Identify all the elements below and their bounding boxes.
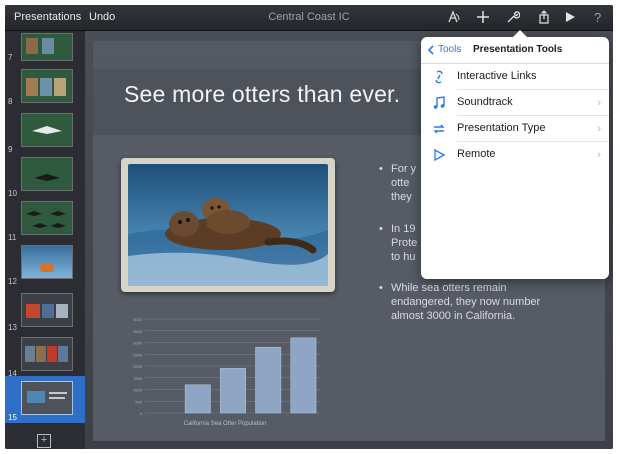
help-icon[interactable]: ?	[589, 8, 607, 26]
slide-title[interactable]: See more otters than ever.	[124, 81, 400, 108]
y-tick-label: 2000	[133, 364, 143, 369]
chevron-left-icon	[427, 44, 434, 55]
ipad-screen: Presentations Undo Central Coast IC ? 7	[5, 5, 613, 449]
thumbnail-image	[21, 337, 73, 371]
thumbnail-image	[21, 33, 73, 61]
slide-number: 9	[8, 145, 13, 154]
bullet-1[interactable]: • For y otte they	[379, 162, 417, 204]
music-note-icon	[433, 96, 445, 109]
item-label: Soundtrack	[457, 96, 513, 108]
thumbnail-image	[21, 201, 73, 235]
bar	[255, 346, 282, 414]
link-icon	[435, 70, 443, 84]
remote-item[interactable]: Remote ›	[421, 142, 609, 168]
animate-icon[interactable]	[445, 8, 463, 26]
thumbnail-image	[21, 245, 73, 279]
chevron-right-icon: ›	[597, 123, 601, 135]
bullet-dot: •	[379, 163, 383, 175]
thumbnail-image	[21, 69, 73, 103]
slide-number: 15	[8, 413, 17, 422]
bullet-line: almost 3000 in California.	[391, 310, 516, 322]
item-label: Remote	[457, 148, 496, 160]
slide-number: 8	[8, 97, 13, 106]
slide-number: 10	[8, 189, 17, 198]
y-tick-label: 3000	[133, 341, 143, 346]
interactive-links-item[interactable]: Interactive Links	[421, 64, 609, 90]
bullet-line: For y	[391, 163, 417, 175]
y-tick-label: 500	[135, 399, 142, 404]
loop-arrows-icon	[433, 124, 445, 134]
add-slide-button[interactable]: +	[37, 434, 51, 448]
thumbnail-image	[21, 157, 73, 191]
bullet-line: In 19	[391, 223, 416, 235]
slide-number: 13	[8, 323, 17, 332]
bullet-line: they	[391, 191, 412, 203]
bullet-line: otte	[391, 177, 410, 189]
y-tick-label: 4000	[133, 317, 143, 322]
bar	[290, 337, 317, 414]
soundtrack-item[interactable]: Soundtrack ›	[421, 90, 609, 116]
y-tick-label: 1500	[133, 376, 143, 381]
play-outline-icon	[434, 148, 446, 162]
slide-navigator: 7 8 9 10 11 12 13 14 15 +	[5, 31, 85, 449]
chevron-right-icon: ›	[597, 97, 601, 109]
bullet-line: to hu	[391, 251, 416, 263]
toolbar: Presentations Undo Central Coast IC ?	[5, 5, 613, 31]
chart-svg: 0 500 1000 1500 2000 2500 3000 3500 4000	[133, 317, 321, 416]
popover-title: Presentation Tools	[473, 44, 563, 55]
slide-number: 14	[8, 369, 17, 378]
popover-arrow	[513, 30, 527, 37]
otter-photo-frame[interactable]	[121, 158, 335, 292]
thumbnail-image	[21, 293, 73, 327]
popover-header: Tools Presentation Tools	[421, 37, 609, 64]
y-tick-label: 2500	[133, 352, 143, 357]
tools-back-button[interactable]: Tools	[427, 44, 461, 55]
wrench-icon[interactable]	[504, 8, 522, 26]
bullet-line: While sea otters remain	[391, 282, 507, 294]
y-tick-label: 1000	[133, 388, 143, 393]
chart-x-label: California Sea Otter Population	[183, 421, 267, 427]
item-label: Presentation Type	[457, 122, 546, 134]
slide-number: 7	[8, 53, 13, 62]
otter-photo	[128, 164, 328, 286]
share-icon[interactable]	[535, 8, 553, 26]
bar	[220, 368, 246, 414]
population-chart[interactable]: 0 500 1000 1500 2000 2500 3000 3500 4000 Califor…	[125, 313, 325, 431]
y-tick-label: 3500	[133, 329, 143, 334]
thumbnail-image	[21, 113, 73, 147]
svg-text:?: ?	[594, 10, 601, 24]
bullet-line: endangered, they now number	[391, 296, 541, 308]
bullet-3[interactable]: • While sea otters remain endangered, th…	[379, 281, 541, 323]
y-tick-label: 0	[140, 411, 143, 416]
chevron-right-icon: ›	[597, 149, 601, 161]
presentation-type-item[interactable]: Presentation Type ›	[421, 116, 609, 142]
bullet-dot: •	[379, 223, 383, 235]
bar	[184, 384, 211, 414]
slide-number: 12	[8, 277, 17, 286]
bullet-2[interactable]: • In 19 Prote to hu	[379, 222, 418, 264]
item-label: Interactive Links	[457, 70, 537, 82]
bullet-line: Prote	[391, 237, 418, 249]
add-icon[interactable]	[474, 8, 492, 26]
bullet-dot: •	[379, 282, 383, 294]
presentation-tools-popover: Tools Presentation Tools Interactive Lin…	[421, 30, 609, 279]
thumbnail-image	[21, 381, 73, 415]
back-label: Tools	[438, 44, 462, 55]
play-icon[interactable]	[561, 8, 579, 26]
slide-number: 11	[8, 233, 17, 242]
